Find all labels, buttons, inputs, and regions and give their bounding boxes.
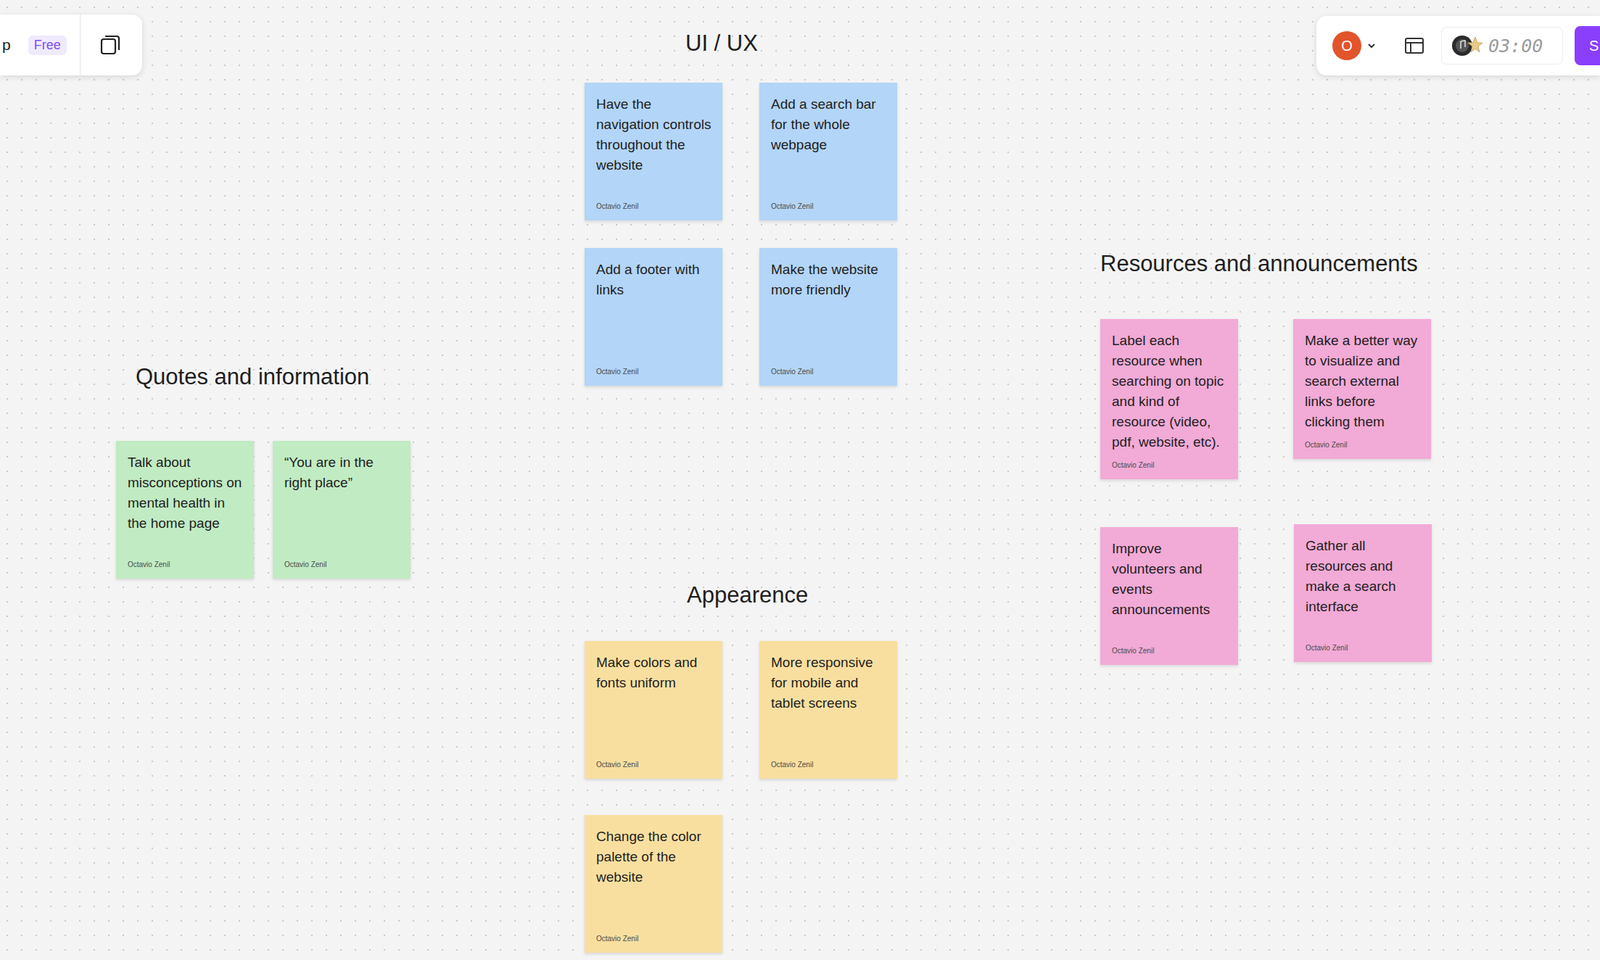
toolbar-divider: [79, 14, 81, 76]
timer[interactable]: 03:00: [1441, 26, 1564, 65]
sticky-note[interactable]: Add a footer with links Octavio Zenil: [584, 248, 723, 386]
section-title[interactable]: Resources and announcements: [1100, 250, 1418, 278]
section-title[interactable]: Appearence: [686, 582, 808, 609]
sticky-note[interactable]: More responsive for mobile and tablet sc…: [759, 641, 898, 779]
user-avatar[interactable]: O: [1332, 31, 1362, 61]
sticky-note[interactable]: Talk about misconceptions on mental heal…: [116, 440, 254, 579]
note-text: Label each resource when searching on to…: [1111, 330, 1228, 453]
note-author: Octavio Zenil: [127, 551, 244, 569]
note-author: Octavio Zenil: [596, 752, 713, 769]
sticky-note[interactable]: Make a better way to visualize and searc…: [1293, 319, 1432, 460]
note-author: Octavio Zenil: [596, 193, 713, 211]
note-author: Octavio Zenil: [1304, 432, 1421, 449]
pages-icon[interactable]: [97, 32, 123, 58]
plan-badge: Free: [28, 35, 67, 56]
note-text: Have the navigation controls throughout …: [596, 94, 713, 176]
music-icon[interactable]: [1450, 32, 1483, 59]
sticky-note[interactable]: Improve volunteers and events announceme…: [1100, 527, 1239, 666]
note-text: Make colors and fonts uniform: [596, 652, 713, 694]
sticky-note[interactable]: Add a search bar for the whole webpage Oc…: [759, 82, 898, 221]
sticky-note[interactable]: Make the website more friendly Octavio Ze…: [759, 248, 898, 386]
note-text: Gather all resources and make a search i…: [1305, 535, 1422, 618]
note-author: Octavio Zenil: [1111, 638, 1228, 655]
sticky-note[interactable]: “You are in the right place” Octavio Zeni…: [272, 440, 411, 579]
file-name[interactable]: p: [2, 36, 11, 54]
note-author: Octavio Zenil: [596, 359, 713, 376]
share-button[interactable]: S: [1574, 26, 1600, 66]
sticky-note[interactable]: Change the color palette of the website O…: [584, 815, 723, 954]
note-text: More responsive for mobile and tablet sc…: [770, 652, 888, 714]
note-text: Add a search bar for the whole webpage: [770, 94, 888, 156]
session-toolbar: O 03:00 S: [1316, 15, 1600, 76]
note-text: Make a better way to visualize and searc…: [1304, 330, 1421, 433]
sticky-note[interactable]: Gather all resources and make a search i…: [1293, 524, 1432, 663]
sticky-note[interactable]: Label each resource when searching on to…: [1100, 319, 1239, 480]
sticky-note[interactable]: Have the navigation controls throughout …: [584, 82, 723, 221]
note-author: Octavio Zenil: [1305, 635, 1422, 653]
timer-text: 03:00: [1488, 35, 1543, 57]
note-author: Octavio Zenil: [770, 359, 888, 376]
note-author: Octavio Zenil: [770, 193, 888, 211]
section-title[interactable]: UI / UX: [685, 30, 758, 57]
note-text: Add a footer with links: [596, 259, 713, 301]
whiteboard-canvas[interactable]: p Free O 03:00 S UI / UX Have the navigation c…: [0, 0, 1600, 960]
note-author: Octavio Zenil: [1111, 452, 1228, 470]
note-text: Talk about misconceptions on mental heal…: [127, 452, 244, 534]
note-text: Make the website more friendly: [770, 259, 888, 301]
layout-icon[interactable]: [1401, 33, 1427, 59]
note-author: Octavio Zenil: [284, 551, 401, 569]
note-text: Improve volunteers and events announceme…: [1111, 538, 1228, 621]
file-toolbar: p Free: [0, 14, 143, 76]
chevron-down-icon[interactable]: [1366, 40, 1377, 51]
sticky-note[interactable]: Make colors and fonts uniform Octavio Zen…: [584, 641, 723, 779]
note-text: Change the color palette of the website: [596, 826, 713, 888]
note-text: “You are in the right place”: [284, 452, 401, 494]
note-author: Octavio Zenil: [770, 752, 888, 769]
section-title[interactable]: Quotes and information: [135, 364, 370, 391]
note-author: Octavio Zenil: [596, 926, 713, 943]
